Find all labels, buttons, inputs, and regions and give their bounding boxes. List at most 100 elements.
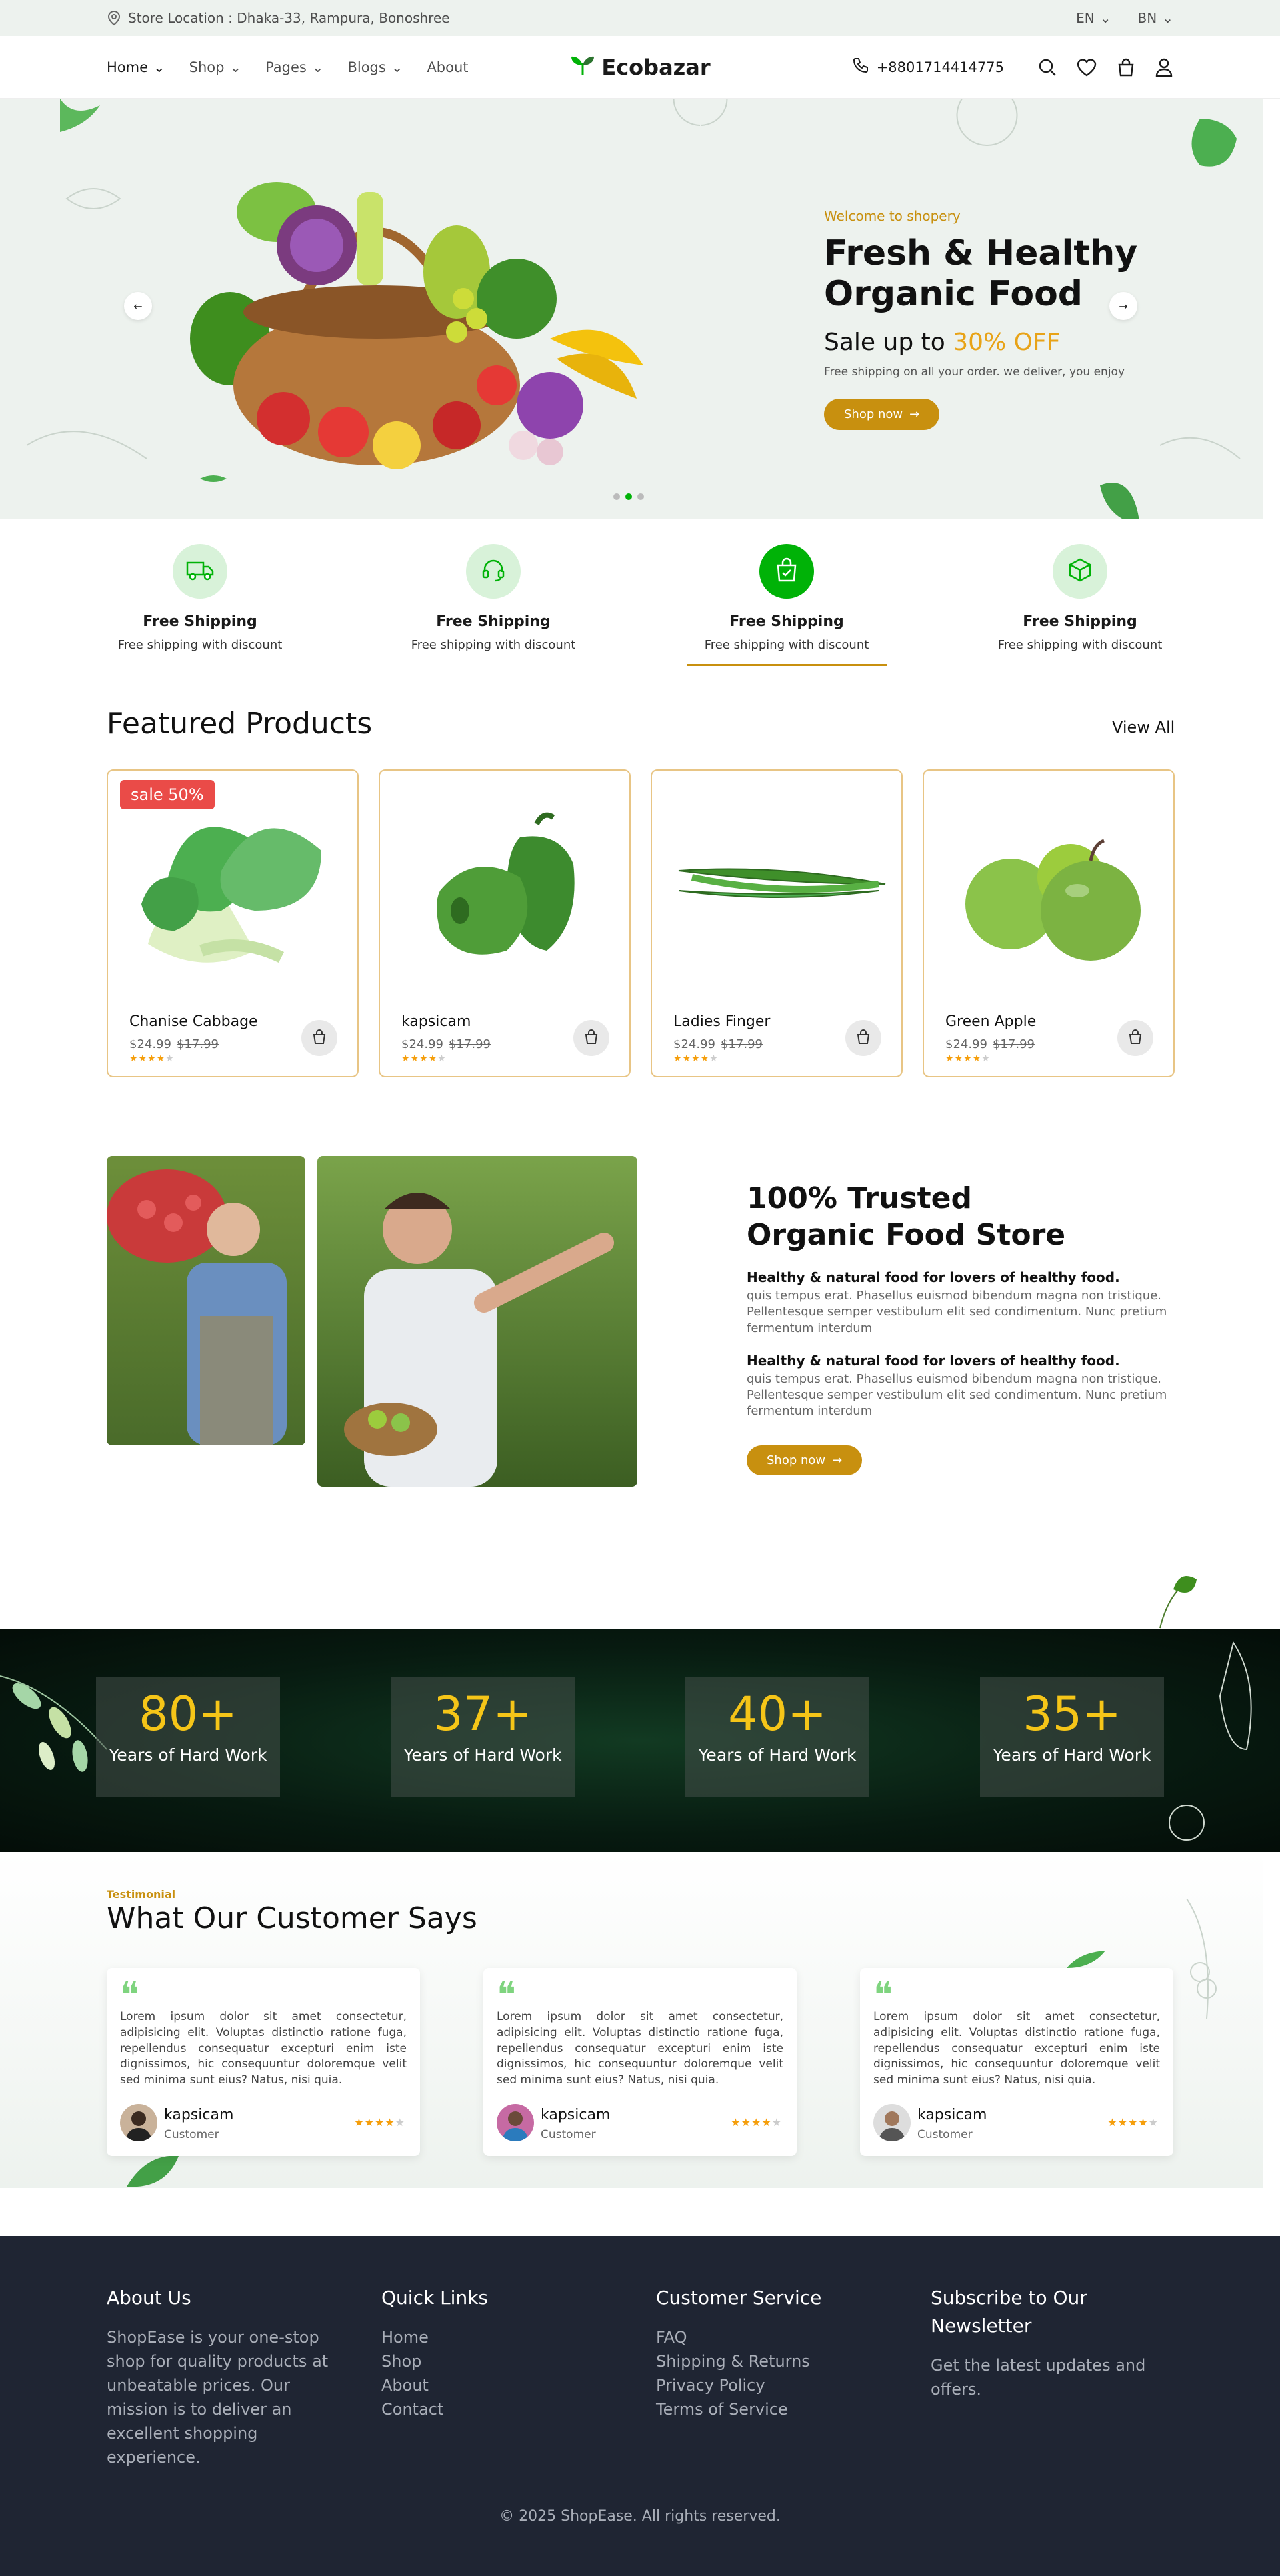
lang-bn-label: BN xyxy=(1137,10,1157,26)
arrow-right-icon: → xyxy=(909,407,920,421)
top-bar: Store Location : Dhaka-33, Rampura, Bono… xyxy=(0,0,1280,36)
avatar xyxy=(497,2104,534,2141)
product-image-capsicum xyxy=(437,812,575,955)
slider-dot-active[interactable] xyxy=(625,493,632,500)
slider-dot[interactable] xyxy=(637,493,644,500)
trusted-shop-now-label: Shop now xyxy=(767,1453,826,1467)
add-to-cart-button[interactable] xyxy=(845,1020,881,1056)
footer-about: About Us ShopEase is your one-stop shop … xyxy=(107,2284,340,2469)
stats-banner: 80+ Years of Hard Work 37+ Years of Hard W… xyxy=(0,1629,1280,1852)
footer-about-title: About Us xyxy=(107,2287,191,2309)
language-en-dropdown[interactable]: EN ⌄ xyxy=(1076,10,1111,26)
trusted-shop-now-button[interactable]: Shop now → xyxy=(747,1445,863,1475)
star-empty-icon: ★ xyxy=(981,1053,991,1064)
store-location: Store Location : Dhaka-33, Rampura, Bono… xyxy=(107,10,450,26)
testimonial-text: Lorem ipsum dolor sit amet consectetur, … xyxy=(497,2010,783,2087)
user-icon[interactable] xyxy=(1155,57,1173,77)
avatar xyxy=(873,2104,911,2141)
trusted-title-line2: Organic Food Store xyxy=(747,1218,1066,1252)
footer: About Us ShopEase is your one-stop shop … xyxy=(0,2236,1280,2576)
heart-icon[interactable] xyxy=(1076,57,1097,77)
product-card[interactable]: Green Apple $24.99 $17.99 ★★★★★ xyxy=(923,769,1175,1077)
footer-link-home[interactable]: Home xyxy=(381,2325,621,2349)
arrow-right-icon: → xyxy=(832,1453,843,1467)
stat-number: 35+ xyxy=(1023,1687,1121,1741)
phone-link[interactable]: +8801714414775 xyxy=(851,56,1004,78)
chevron-down-icon: ⌄ xyxy=(1162,10,1173,26)
view-all-link[interactable]: View All xyxy=(1112,718,1175,737)
hero-shop-now-button[interactable]: Shop now → xyxy=(824,398,940,430)
product-price-current: $24.99 xyxy=(401,1037,443,1051)
shopping-bag-icon xyxy=(311,1029,327,1047)
footer-link-terms[interactable]: Terms of Service xyxy=(656,2397,896,2421)
leaf-logo-icon xyxy=(569,53,596,82)
trusted-store-section: 100% Trusted Organic Food Store Healthy &… xyxy=(747,1180,1180,1475)
nav-blogs-label: Blogs xyxy=(347,59,386,75)
testimonial-tag: Testimonial xyxy=(107,1888,176,1901)
product-name: Ladies Finger xyxy=(673,1013,771,1030)
nav-shop-label: Shop xyxy=(189,59,225,75)
testimonial-card: ❝ Lorem ipsum dolor sit amet consectetur… xyxy=(107,1968,420,2156)
product-price-old: $17.99 xyxy=(720,1037,763,1051)
search-icon[interactable] xyxy=(1037,57,1057,77)
testimonial-text: Lorem ipsum dolor sit amet consectetur, … xyxy=(873,2010,1160,2087)
footer-newsletter-text: Get the latest updates and offers. xyxy=(931,2356,1146,2399)
star-icon: ★★★★ xyxy=(673,1053,710,1064)
arrow-left-icon: ← xyxy=(133,299,143,313)
nav-shop[interactable]: Shop ⌄ xyxy=(189,59,241,75)
product-card[interactable]: sale 50% Chanise Cabbage $24.99 $17.99 ★★… xyxy=(107,769,359,1077)
footer-link-faq[interactable]: FAQ xyxy=(656,2325,896,2349)
nav-blogs[interactable]: Blogs ⌄ xyxy=(347,59,403,75)
truck-icon xyxy=(186,559,214,584)
quote-icon: ❝ xyxy=(120,1974,140,2016)
feature-title: Free Shipping xyxy=(436,613,551,630)
chevron-down-icon: ⌄ xyxy=(311,59,324,75)
chevron-down-icon: ⌄ xyxy=(229,59,242,75)
product-card[interactable]: Ladies Finger $24.99 $17.99 ★★★★★ xyxy=(651,769,903,1077)
shopping-bag-icon[interactable] xyxy=(1116,57,1136,77)
rating-stars: ★★★★★ xyxy=(1107,2116,1159,2129)
shopping-bag-icon xyxy=(583,1029,599,1047)
nav-pages[interactable]: Pages ⌄ xyxy=(265,59,323,75)
feature-subtitle: Free shipping with discount xyxy=(411,638,576,652)
product-card[interactable]: kapsicam $24.99 $17.99 ★★★★★ xyxy=(379,769,631,1077)
brand-name: Ecobazar xyxy=(601,54,711,80)
trusted-point-title: Healthy & natural food for lovers of hea… xyxy=(747,1352,1120,1369)
product-image-cabbage xyxy=(141,827,321,963)
rating-stars: ★★★★★ xyxy=(129,1053,175,1064)
hero-sale-prefix: Sale up to xyxy=(824,328,945,356)
add-to-cart-button[interactable] xyxy=(301,1020,337,1056)
feature-subtitle: Free shipping with discount xyxy=(997,638,1163,652)
footer-link-shipping[interactable]: Shipping & Returns xyxy=(656,2349,896,2373)
hero-prev-arrow[interactable]: ← xyxy=(124,292,152,320)
add-to-cart-button[interactable] xyxy=(1117,1020,1153,1056)
testimonial-name: kapsicam xyxy=(541,2107,611,2123)
testimonial-role: Customer xyxy=(917,2128,973,2141)
shopping-bag-icon xyxy=(775,557,799,585)
copyright: © 2025 ShopEase. All rights reserved. xyxy=(499,2508,781,2525)
testimonial-card: ❝ Lorem ipsum dolor sit amet consectetur… xyxy=(483,1968,797,2156)
footer-link-privacy[interactable]: Privacy Policy xyxy=(656,2373,896,2397)
product-name: Green Apple xyxy=(945,1013,1037,1030)
brand-logo[interactable]: Ecobazar xyxy=(569,53,711,82)
footer-link-about[interactable]: About xyxy=(381,2373,621,2397)
nav-home[interactable]: Home ⌄ xyxy=(107,59,165,75)
chevron-down-icon: ⌄ xyxy=(391,59,403,75)
main-nav: Home ⌄ Shop ⌄ Pages ⌄ Blogs ⌄ About Ecobazar… xyxy=(0,36,1280,99)
slider-dot[interactable] xyxy=(613,493,620,500)
add-to-cart-button[interactable] xyxy=(573,1020,609,1056)
product-image-green-apple xyxy=(965,839,1141,961)
avatar xyxy=(120,2104,157,2141)
nav-about[interactable]: About xyxy=(427,59,468,75)
stat-card: 35+ Years of Hard Work xyxy=(980,1677,1164,1797)
feature-item-selected: Free Shipping Free shipping with discoun… xyxy=(687,544,887,666)
chevron-down-icon: ⌄ xyxy=(153,59,165,75)
footer-about-text: ShopEase is your one-stop shop for quali… xyxy=(107,2328,329,2467)
testimonial-text: Lorem ipsum dolor sit amet consectetur, … xyxy=(120,2010,407,2087)
star-icon: ★★★★ xyxy=(731,2116,772,2129)
footer-link-contact[interactable]: Contact xyxy=(381,2397,621,2421)
footer-link-shop[interactable]: Shop xyxy=(381,2349,621,2373)
feature-title: Free Shipping xyxy=(143,613,257,630)
language-bn-dropdown[interactable]: BN ⌄ xyxy=(1138,10,1173,26)
trusted-point-text: quis tempus erat. Phasellus euismod bibe… xyxy=(747,1371,1167,1419)
